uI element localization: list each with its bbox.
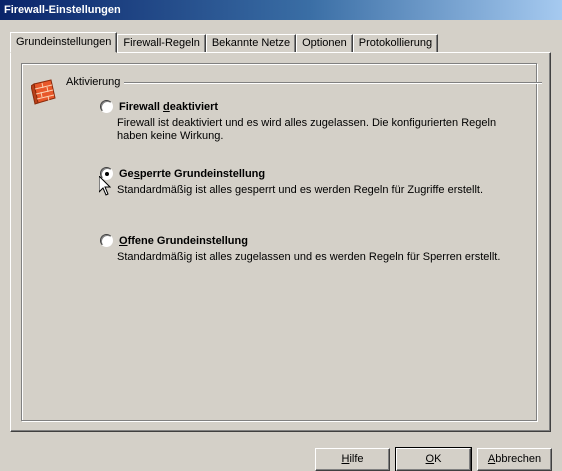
option-firewall-deaktiviert[interactable]: Firewall deaktiviert Firewall ist deakti…: [100, 100, 527, 143]
option-gesperrte-grundeinstellung[interactable]: Gesperrte Grundeinstellung Standardmäßig…: [100, 167, 527, 197]
mouse-pointer-icon: [98, 174, 112, 199]
option-title[interactable]: Gesperrte Grundeinstellung: [119, 168, 265, 180]
tab-optionen[interactable]: Optionen: [296, 34, 353, 52]
tab-strip: Grundeinstellungen Firewall-Regeln Bekan…: [10, 32, 439, 53]
tab-bekannte-netze[interactable]: Bekannte Netze: [205, 34, 297, 52]
option-title[interactable]: Firewall deaktiviert: [119, 101, 218, 113]
option-description: Standardmäßig ist alles gesperrt und es …: [117, 184, 484, 196]
firewall-wall-icon: [30, 78, 57, 109]
option-offene-grundeinstellung[interactable]: Offene Grundeinstellung Standardmäßig is…: [100, 234, 527, 264]
tab-protokollierung[interactable]: Protokollierung: [352, 34, 439, 52]
radio-firewall-deaktiviert[interactable]: [100, 100, 113, 113]
radio-offene-grundeinstellung[interactable]: [100, 234, 113, 247]
section-divider: [66, 82, 542, 84]
option-title[interactable]: Offene Grundeinstellung: [119, 235, 248, 247]
option-description: Firewall ist deaktiviert und es wird all…: [117, 117, 497, 142]
tab-firewall-regeln[interactable]: Firewall-Regeln: [117, 34, 206, 52]
section-aktivierung: Aktivierung: [66, 75, 542, 89]
tab-grundeinstellungen[interactable]: Grundeinstellungen: [10, 32, 118, 53]
dialog-body: Grundeinstellungen Firewall-Regeln Bekan…: [0, 20, 562, 471]
window-titlebar[interactable]: Firewall-Einstellungen: [0, 0, 562, 20]
section-label: Aktivierung: [66, 75, 125, 89]
window-title: Firewall-Einstellungen: [4, 4, 121, 16]
tab-panel-grundeinstellungen: Aktivierung Firewall deaktiviert Firewal…: [10, 52, 551, 432]
option-description: Standardmäßig ist alles zugelassen und e…: [117, 251, 501, 263]
